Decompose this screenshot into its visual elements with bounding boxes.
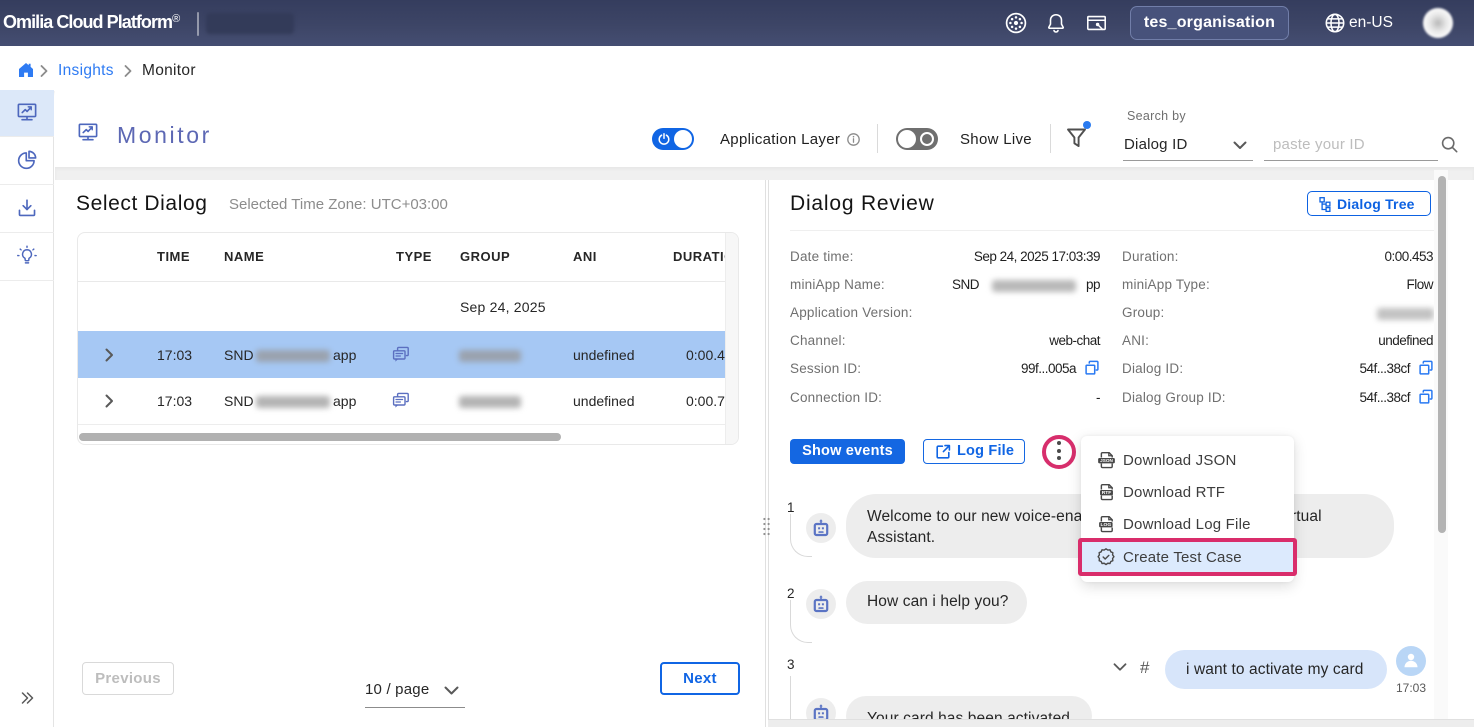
- svg-text:JSON: JSON: [1100, 458, 1113, 463]
- svg-text:RTF: RTF: [1102, 490, 1112, 496]
- svg-text:LOG: LOG: [1100, 522, 1111, 528]
